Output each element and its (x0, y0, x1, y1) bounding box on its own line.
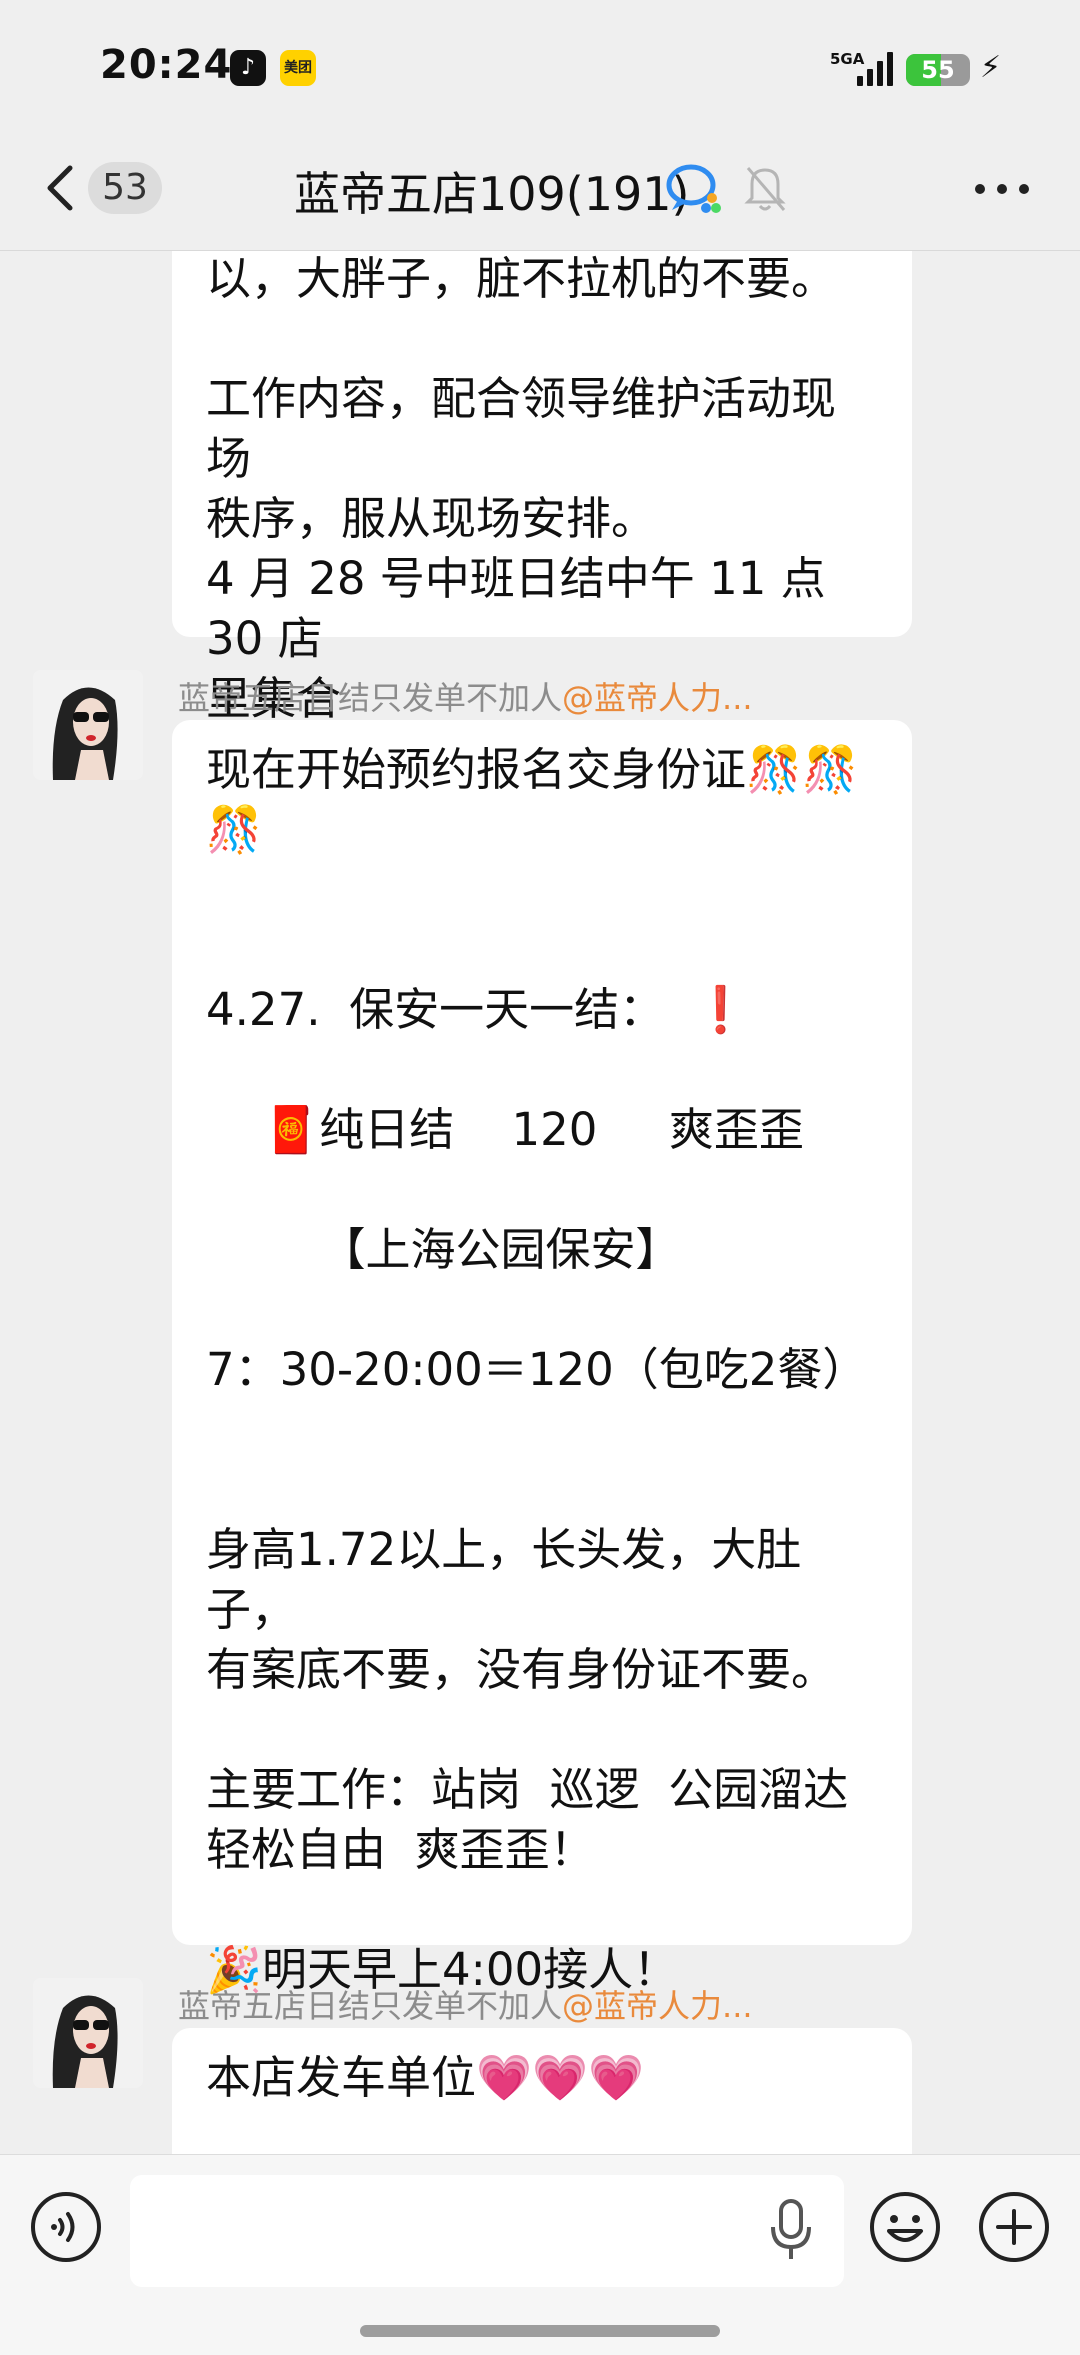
avatar-image (33, 670, 143, 780)
plus-icon[interactable] (978, 2191, 1050, 2263)
message-bubble[interactable]: 身体头脑。没有手机，身份证都可 以，大胖子，脏不拉机的不要。 工作内容，配合领导… (172, 251, 912, 725)
message-line (206, 1040, 878, 1100)
message-line: 主要工作：站岗 巡逻 公园溜达 (206, 1763, 849, 1816)
message-line (206, 1280, 878, 1340)
message-line (206, 309, 878, 369)
message-line (206, 1460, 878, 1520)
message-line: 有案底不要，没有身份证不要。 (206, 1643, 837, 1696)
message-line: 4.27. 保安一天一结： ❗ (206, 983, 749, 1036)
unread-count-badge[interactable]: 53 (88, 162, 162, 214)
message-bubble[interactable]: 本店发车单位💗💗💗 (172, 2028, 912, 2154)
message-line (206, 1700, 878, 1760)
sender-name[interactable]: 蓝帝五店日结只发单不加人@蓝帝人力... (178, 673, 753, 719)
message-line: 身高1.72以上，长头发，大肚子， (206, 1523, 802, 1636)
mention-tag[interactable]: @蓝帝人力... (562, 679, 753, 717)
meituan-icon: 美团 (280, 50, 316, 86)
message-line: 轻松自由 爽歪歪！ (206, 1823, 595, 1876)
back-icon[interactable] (38, 158, 88, 218)
message-line (206, 1880, 878, 1940)
voice-icon[interactable] (30, 2191, 102, 2263)
avatar-image (33, 1978, 143, 2088)
message-line: 以，大胖子，脏不拉机的不要。 (206, 252, 837, 305)
message-line: 🧧纯日结 120 爽歪歪 (206, 1103, 804, 1156)
message-line: 7：30-20:00＝120（包吃2餐） (206, 1343, 868, 1396)
status-bar: 20:24 ♪ 美团 5GA 55 ⚡ (0, 0, 1080, 130)
chat-title[interactable]: 蓝帝五店109(191) (294, 158, 690, 224)
message-list[interactable]: 身体头脑。没有手机，身份证都可 以，大胖子，脏不拉机的不要。 工作内容，配合领导… (0, 251, 1080, 2154)
avatar[interactable] (33, 670, 143, 780)
mic-icon[interactable] (768, 2197, 814, 2263)
group-icon[interactable] (664, 158, 726, 218)
battery-level: 55 (921, 56, 955, 84)
message-line: 本店发车单位💗💗💗 (206, 2051, 645, 2104)
message-line: 🎊 (206, 803, 263, 856)
input-bar (0, 2154, 1080, 2355)
message-line: 【上海公园保安】 (206, 1223, 681, 1276)
sender-name[interactable]: 蓝帝五店日结只发单不加人@蓝帝人力... (178, 1981, 753, 2027)
message-line (206, 1400, 878, 1460)
battery-icon: 55 (906, 54, 970, 86)
message-input[interactable] (130, 2175, 844, 2287)
signal-icon (857, 52, 893, 86)
message-line (206, 1160, 878, 1220)
message-line: 4 月 28 号中班日结中午 11 点 30 店 (206, 552, 840, 665)
emoji-icon[interactable] (869, 2191, 941, 2263)
mute-icon (744, 167, 786, 211)
message-line (206, 920, 878, 980)
mention-tag[interactable]: @蓝帝人力... (562, 1987, 753, 2025)
tiktok-icon: ♪ (230, 50, 266, 86)
message-line: 现在开始预约报名交身份证🎊🎊 (206, 743, 859, 796)
charging-icon: ⚡ (980, 50, 1002, 85)
more-icon[interactable] (975, 184, 1031, 196)
avatar[interactable] (33, 1978, 143, 2088)
chat-header: 53 蓝帝五店109(191) (0, 130, 1080, 251)
message-bubble[interactable]: 现在开始预约报名交身份证🎊🎊 🎊 4.27. 保安一天一结： ❗ 🧧纯日结 12… (172, 720, 912, 1996)
message-line (206, 860, 878, 920)
message-line: 工作内容，配合领导维护活动现场 (206, 372, 837, 485)
message-line: 秩序，服从现场安排。 (206, 492, 657, 545)
home-indicator[interactable] (360, 2325, 720, 2337)
status-time: 20:24 (100, 42, 233, 88)
